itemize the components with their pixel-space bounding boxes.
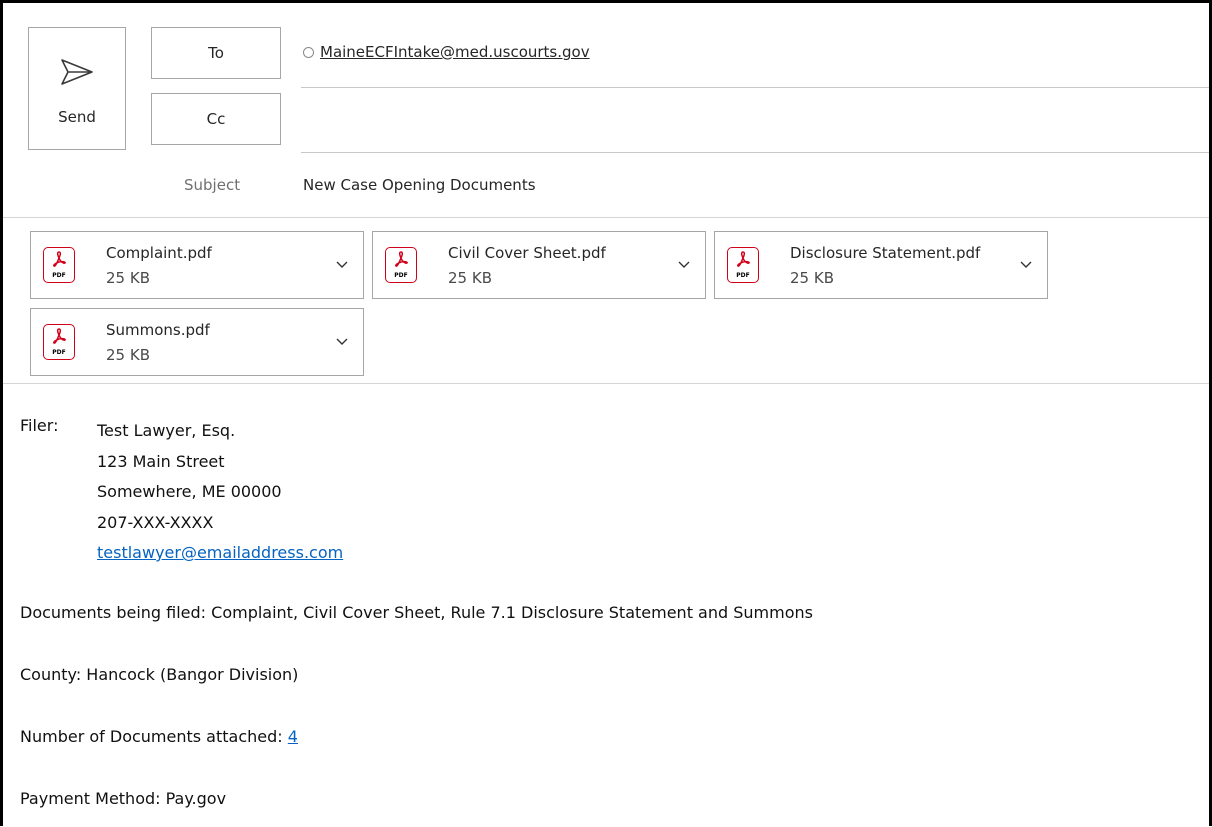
payment-line: Payment Method: Pay.gov [20, 789, 227, 808]
pdf-icon-label: PDF [52, 349, 66, 356]
pdf-icon-label: PDF [736, 272, 750, 279]
attachment-item[interactable]: PDF Complaint.pdf 25 KB [30, 231, 364, 299]
send-icon [61, 59, 93, 85]
filer-email-link[interactable]: testlawyer@emailaddress.com [97, 543, 343, 562]
attachment-name: Civil Cover Sheet.pdf [448, 244, 606, 262]
pdf-icon-label: PDF [394, 272, 408, 279]
num-docs-value[interactable]: 4 [288, 727, 298, 746]
subject-field[interactable]: New Case Opening Documents [303, 176, 536, 194]
attachment-item[interactable]: PDF Disclosure Statement.pdf 25 KB [714, 231, 1048, 299]
pdf-icon: PDF [385, 247, 417, 283]
num-docs-label: Number of Documents attached: [20, 727, 288, 746]
filer-street: 123 Main Street [97, 451, 225, 471]
attachment-name: Summons.pdf [106, 321, 210, 339]
filer-address: Test Lawyer, Esq. 123 Main Street Somewh… [97, 416, 343, 569]
attachment-size: 25 KB [106, 269, 150, 287]
filer-city: Somewhere, ME 00000 [97, 482, 282, 501]
county-line: County: Hancock (Bangor Division) [20, 665, 299, 684]
chevron-down-icon[interactable] [335, 336, 349, 346]
cc-field[interactable] [301, 93, 1209, 145]
to-recipient[interactable]: MaineECFIntake@med.uscourts.gov [320, 43, 590, 61]
pdf-icon: PDF [43, 324, 75, 360]
to-button[interactable]: To [151, 27, 281, 79]
pdf-icon: PDF [727, 247, 759, 283]
pdf-icon-label: PDF [52, 272, 66, 279]
cc-field-divider [301, 152, 1209, 153]
attachment-size: 25 KB [106, 346, 150, 364]
attachment-size: 25 KB [790, 269, 834, 287]
pdf-icon: PDF [43, 247, 75, 283]
chevron-down-icon[interactable] [677, 259, 691, 269]
chevron-down-icon[interactable] [1019, 259, 1033, 269]
attachment-name: Disclosure Statement.pdf [790, 244, 981, 262]
chevron-down-icon[interactable] [335, 259, 349, 269]
send-button[interactable]: Send [28, 27, 126, 150]
cc-button[interactable]: Cc [151, 93, 281, 145]
documents-line: Documents being filed: Complaint, Civil … [20, 603, 813, 622]
to-field-divider [301, 87, 1209, 88]
filer-phone: 207-XXX-XXXX [97, 512, 214, 532]
filer-label: Filer: [20, 416, 59, 435]
header-divider [3, 217, 1209, 218]
subject-label: Subject [184, 176, 241, 194]
attachment-size: 25 KB [448, 269, 492, 287]
attachments-divider [3, 383, 1209, 384]
attachment-name: Complaint.pdf [106, 244, 212, 262]
attachment-item[interactable]: PDF Civil Cover Sheet.pdf 25 KB [372, 231, 706, 299]
num-docs-line: Number of Documents attached: 4 [20, 727, 298, 746]
presence-status-icon [303, 46, 314, 58]
to-field[interactable]: MaineECFIntake@med.uscourts.gov [303, 43, 590, 61]
send-label: Send [58, 108, 96, 126]
attachment-item[interactable]: PDF Summons.pdf 25 KB [30, 308, 364, 376]
compose-window: Send To Cc MaineECFIntake@med.uscourts.g… [0, 0, 1212, 826]
filer-name: Test Lawyer, Esq. [97, 421, 236, 440]
